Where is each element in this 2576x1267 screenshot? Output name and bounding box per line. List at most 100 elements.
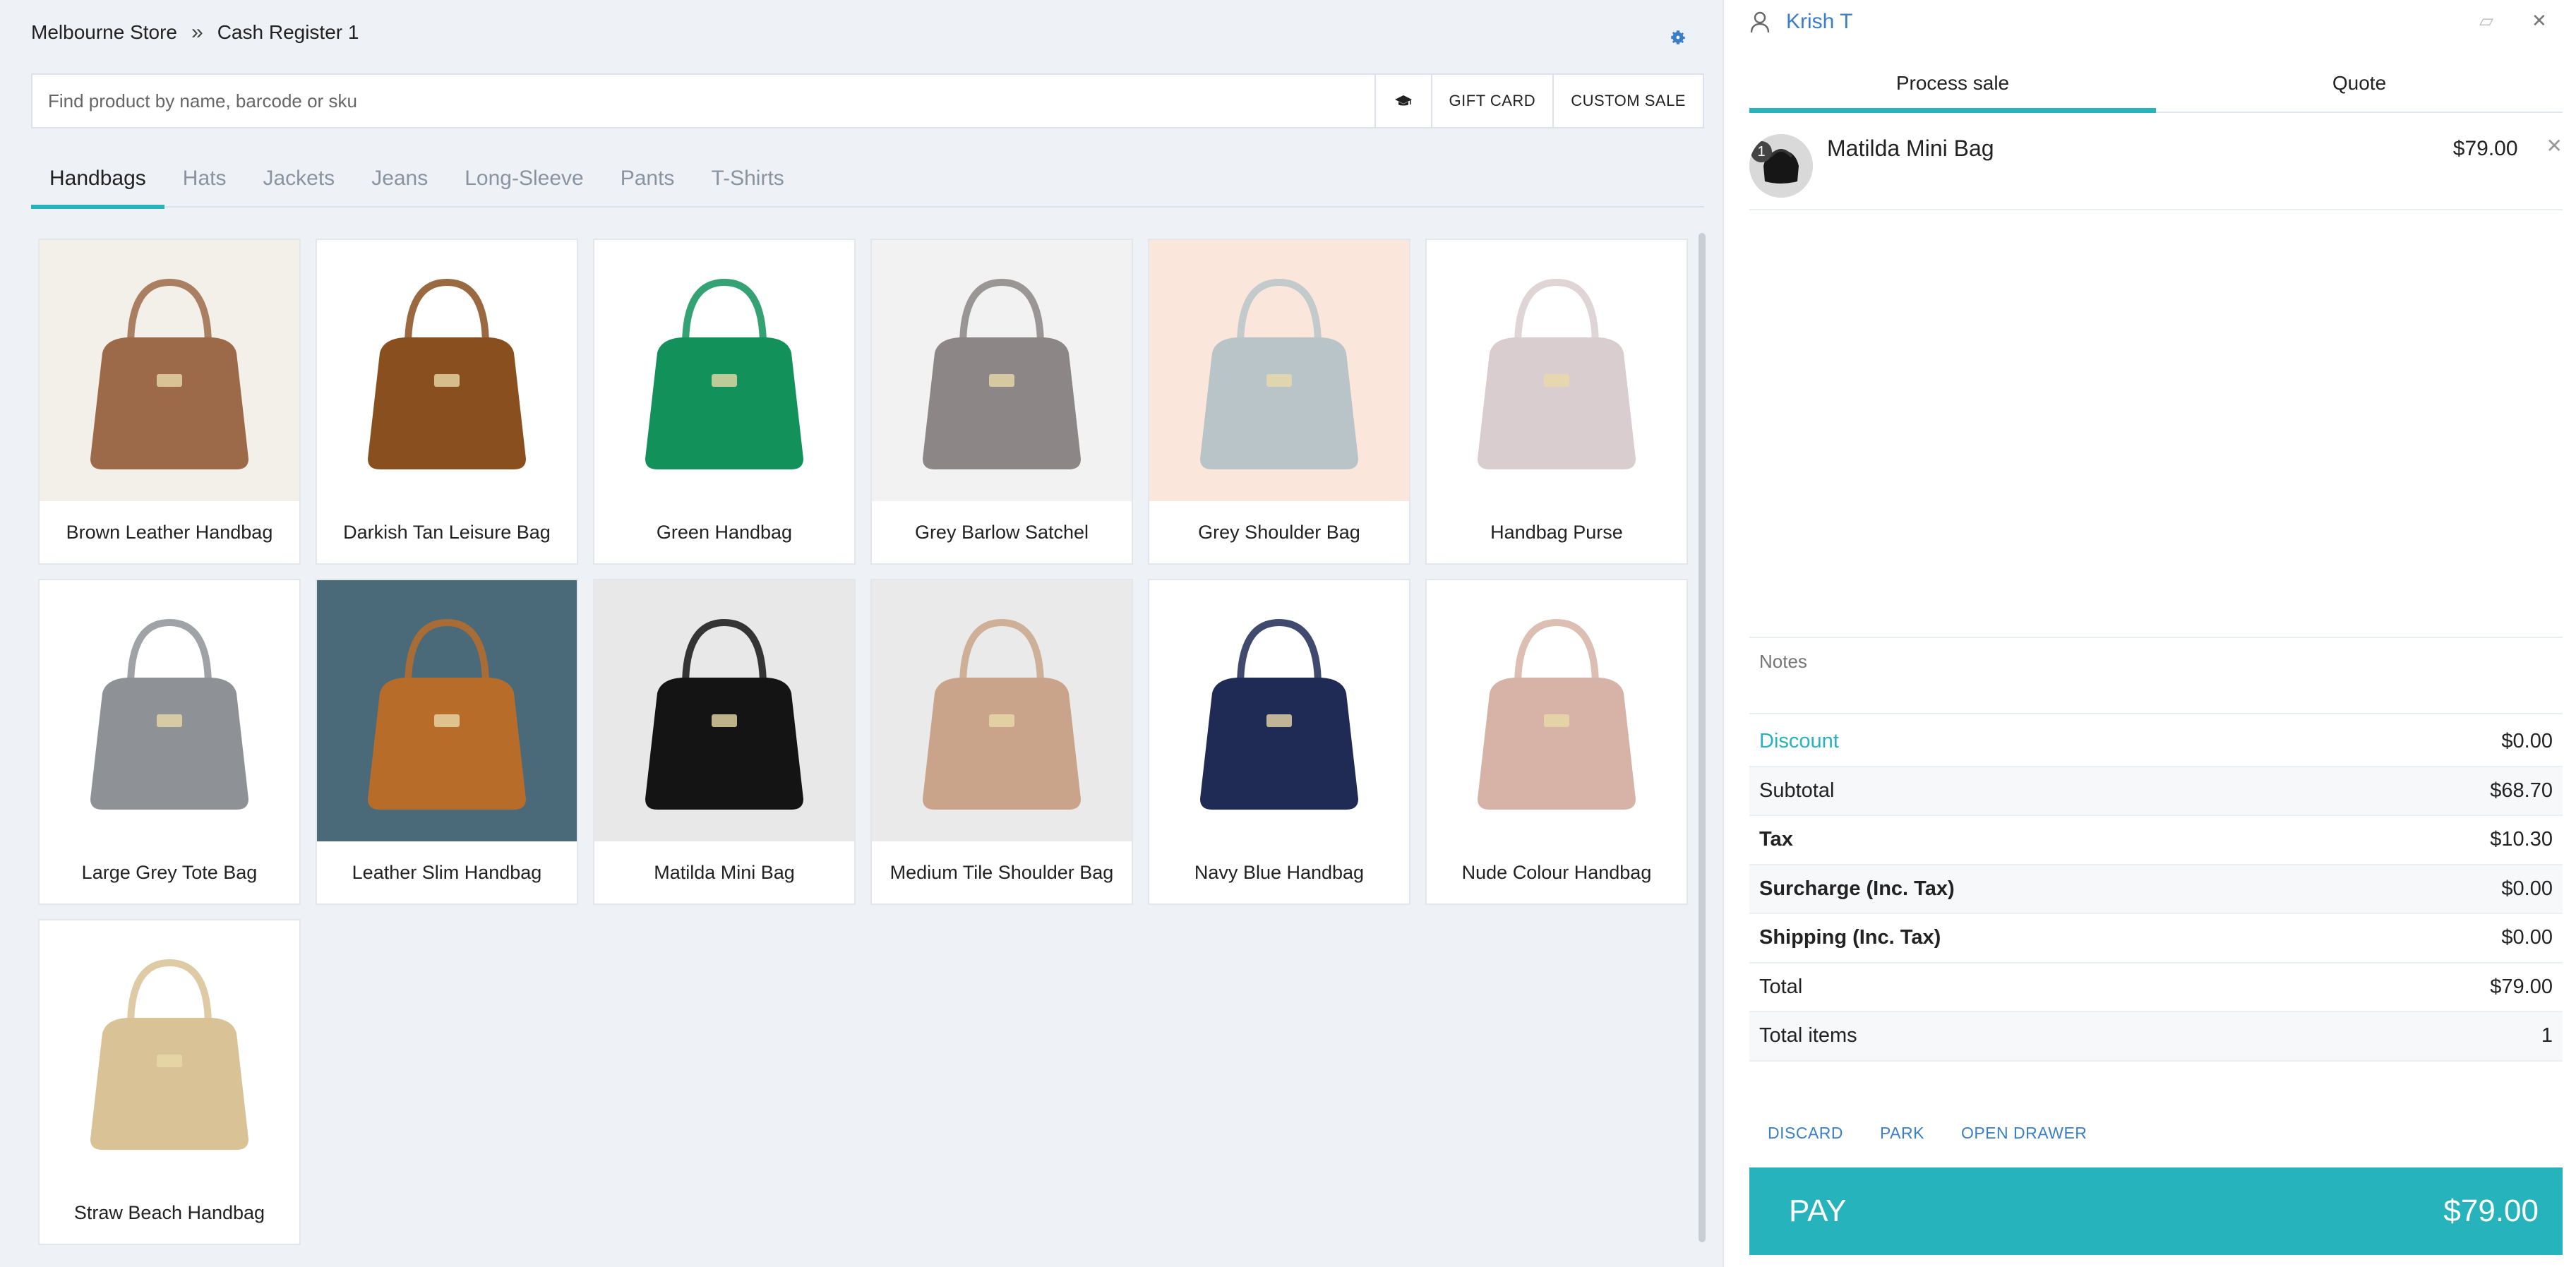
product-name: Leather Slim Handbag: [352, 861, 542, 883]
surcharge-value: $0.00: [2501, 877, 2553, 900]
print-icon[interactable]: ▱: [2479, 10, 2493, 32]
breadcrumb-separator-icon: »: [191, 20, 203, 44]
product-card[interactable]: Grey Shoulder Bag: [1148, 239, 1410, 565]
product-card[interactable]: Large Grey Tote Bag: [38, 579, 301, 905]
cart-item-price[interactable]: $79.00: [2453, 137, 2518, 161]
subtotal-label: Subtotal: [1759, 779, 1835, 802]
total-items-value: 1: [2541, 1024, 2553, 1047]
discount-row: Discount $0.00: [1749, 718, 2563, 767]
gift-card-button[interactable]: GIFT CARD: [1430, 75, 1553, 127]
product-name: Nude Colour Handbag: [1461, 861, 1652, 883]
remove-item-icon[interactable]: ✕: [2546, 134, 2563, 157]
user-icon: [1749, 11, 1771, 33]
pay-amount: $79.00: [2443, 1194, 2539, 1228]
tax-value: $10.30: [2490, 828, 2553, 851]
notes-field[interactable]: [1749, 637, 2563, 714]
settings-icon[interactable]: [1669, 28, 1687, 47]
pay-label: PAY: [1789, 1194, 1847, 1228]
tab-long-sleeve[interactable]: Long-Sleeve: [446, 150, 601, 208]
total-label: Total: [1759, 975, 1803, 998]
product-card[interactable]: Darkish Tan Leisure Bag: [316, 239, 578, 565]
product-name: Straw Beach Handbag: [73, 1201, 265, 1223]
total-items-label: Total items: [1759, 1024, 1857, 1047]
product-name: Darkish Tan Leisure Bag: [343, 521, 551, 543]
product-name: Medium Tile Shoulder Bag: [889, 861, 1114, 883]
tab-pants[interactable]: Pants: [602, 150, 693, 208]
product-image: [1427, 580, 1687, 841]
subtotal-value: $68.70: [2490, 779, 2553, 802]
product-image: [40, 240, 299, 501]
close-icon[interactable]: ✕: [2532, 10, 2547, 32]
total-value: $79.00: [2490, 975, 2553, 998]
product-name: Grey Shoulder Bag: [1198, 521, 1360, 543]
product-image: [317, 240, 577, 501]
product-card[interactable]: Handbag Purse: [1425, 239, 1688, 565]
product-search-bar: GIFT CARD CUSTOM SALE: [31, 73, 1704, 128]
product-name: Large Grey Tote Bag: [81, 861, 258, 883]
totals-table: Discount $0.00 Subtotal $68.70 Tax $10.3…: [1749, 718, 2563, 1062]
cart-item-quantity: 1: [1751, 141, 1772, 162]
product-name: Navy Blue Handbag: [1194, 861, 1365, 883]
breadcrumb-register: Cash Register 1: [217, 21, 359, 43]
product-card[interactable]: Matilda Mini Bag: [593, 579, 856, 905]
discount-link[interactable]: Discount: [1759, 730, 1839, 753]
product-card[interactable]: Nude Colour Handbag: [1425, 579, 1688, 905]
total-row: Total $79.00: [1749, 963, 2563, 1012]
product-card[interactable]: Straw Beach Handbag: [38, 919, 301, 1245]
total-items-row: Total items 1: [1749, 1012, 2563, 1062]
product-image: [872, 580, 1132, 841]
customer-selector[interactable]: Krish T: [1749, 7, 1852, 37]
tab-quote[interactable]: Quote: [2156, 55, 2563, 112]
product-card[interactable]: Green Handbag: [593, 239, 856, 565]
sale-pane: Krish T ▱ ✕ Process sale Quote 1 Matilda…: [1723, 0, 2576, 1267]
breadcrumb-store[interactable]: Melbourne Store: [31, 21, 177, 44]
product-card[interactable]: Brown Leather Handbag: [38, 239, 301, 565]
category-tabs: Handbags Hats Jackets Jeans Long-Sleeve Pants…: [31, 150, 1704, 209]
custom-sale-button[interactable]: CUSTOM SALE: [1552, 75, 1703, 127]
cart-line-item[interactable]: 1 Matilda Mini Bag $79.00 ✕: [1749, 127, 2563, 210]
product-image: [40, 580, 299, 841]
shipping-value: $0.00: [2501, 926, 2553, 949]
product-name: Matilda Mini Bag: [654, 861, 795, 883]
product-grid: Brown Leather Handbag Darkish Tan Leisure…: [38, 239, 1690, 1245]
tab-jeans[interactable]: Jeans: [353, 150, 446, 208]
discard-button[interactable]: DISCARD: [1749, 1115, 1862, 1151]
product-card[interactable]: Grey Barlow Satchel: [870, 239, 1133, 565]
product-card[interactable]: Medium Tile Shoulder Bag: [870, 579, 1133, 905]
tab-process-sale[interactable]: Process sale: [1749, 55, 2156, 113]
pay-button[interactable]: PAY $79.00: [1749, 1167, 2563, 1255]
sale-mode-tabs: Process sale Quote: [1749, 55, 2563, 113]
product-search-input[interactable]: [32, 75, 1374, 127]
tax-label: Tax: [1759, 828, 1793, 851]
product-name: Green Handbag: [656, 521, 793, 543]
product-name: Handbag Purse: [1490, 521, 1623, 543]
product-card[interactable]: Leather Slim Handbag: [316, 579, 578, 905]
open-drawer-button[interactable]: OPEN DRAWER: [1943, 1115, 2105, 1151]
discount-value: $0.00: [2501, 730, 2553, 753]
tax-row: Tax $10.30: [1749, 816, 2563, 865]
graduation-cap-icon[interactable]: [1374, 75, 1431, 127]
customer-name[interactable]: Krish T: [1786, 10, 1852, 34]
product-grid-scrollbar[interactable]: [1699, 233, 1706, 1242]
surcharge-row: Surcharge (Inc. Tax) $0.00: [1749, 865, 2563, 914]
product-name: Grey Barlow Satchel: [914, 521, 1089, 543]
shipping-row: Shipping (Inc. Tax) $0.00: [1749, 914, 2563, 963]
tab-hats[interactable]: Hats: [164, 150, 245, 208]
product-pane: Melbourne Store » Cash Register 1 GIFT C…: [0, 0, 1723, 1267]
park-button[interactable]: PARK: [1862, 1115, 1943, 1151]
product-name: Brown Leather Handbag: [66, 521, 273, 543]
tab-jackets[interactable]: Jackets: [244, 150, 353, 208]
tab-t-shirts[interactable]: T-Shirts: [693, 150, 802, 208]
shipping-label: Shipping (Inc. Tax): [1759, 926, 1941, 949]
breadcrumb: Melbourne Store » Cash Register 1: [31, 18, 359, 47]
surcharge-label: Surcharge (Inc. Tax): [1759, 877, 1955, 900]
product-card[interactable]: Navy Blue Handbag: [1148, 579, 1410, 905]
product-image: [317, 580, 577, 841]
product-image: [594, 240, 854, 501]
subtotal-row: Subtotal $68.70: [1749, 767, 2563, 816]
cart-item-name: Matilda Mini Bag: [1827, 136, 1994, 161]
product-image: [872, 240, 1132, 501]
product-image: [1149, 240, 1409, 501]
sale-actions: DISCARD PARK OPEN DRAWER: [1749, 1115, 2105, 1151]
tab-handbags[interactable]: Handbags: [31, 150, 164, 209]
